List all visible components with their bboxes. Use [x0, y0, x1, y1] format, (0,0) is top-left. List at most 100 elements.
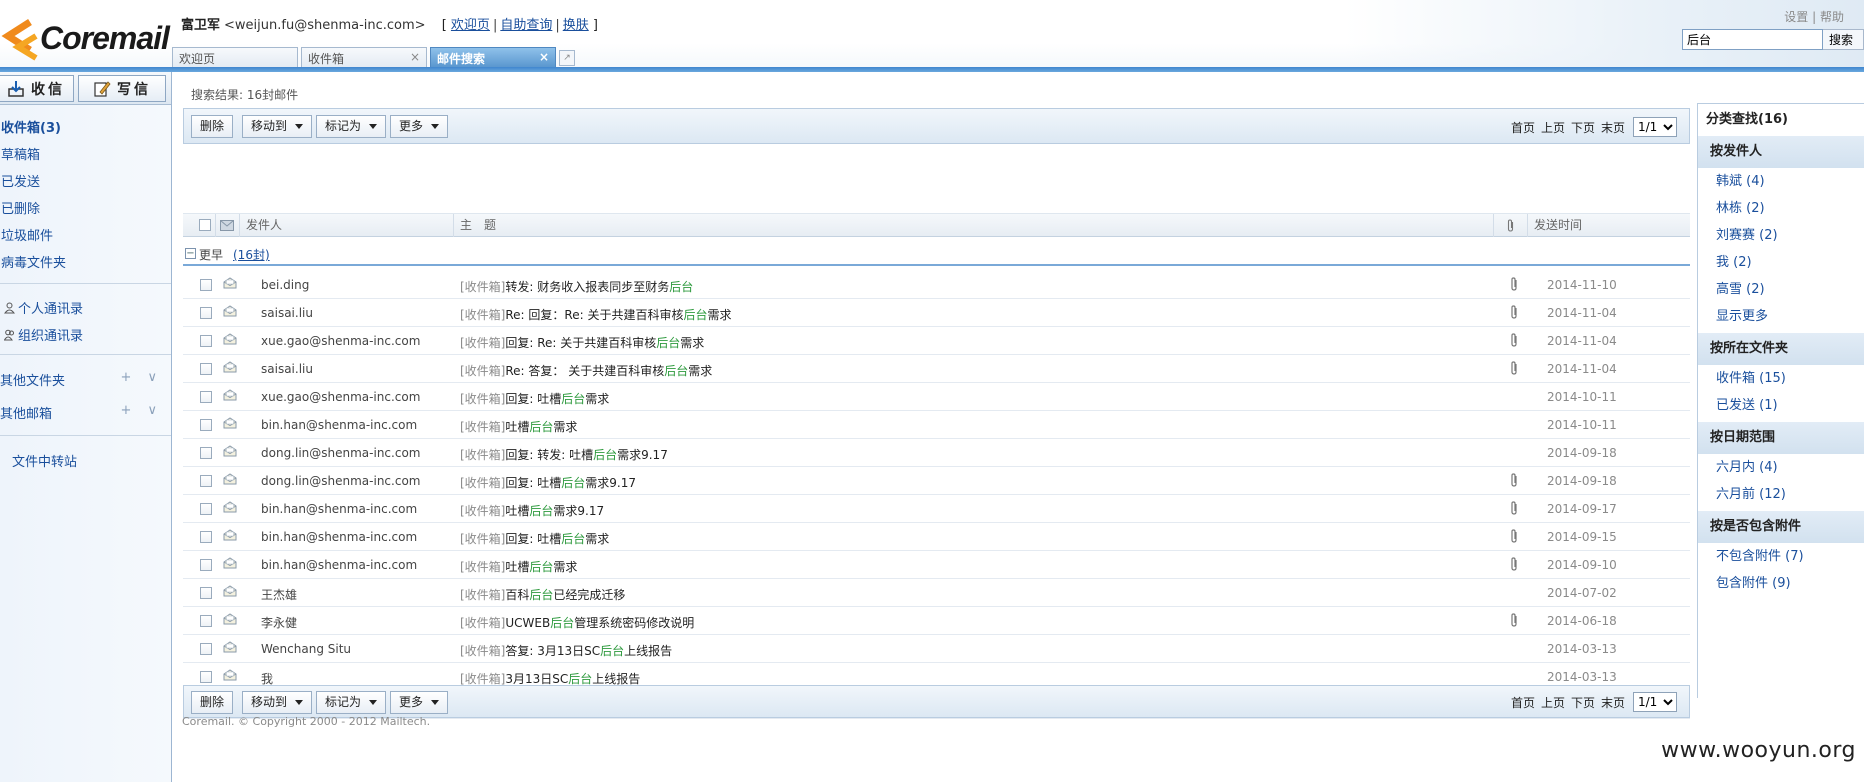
mail-subject[interactable]: [收件箱]UCWEB后台管理系统密码修改说明 — [460, 614, 694, 631]
mail-subject[interactable]: [收件箱]答复: 3月13日SC后台上线报告 — [460, 642, 672, 659]
mail-from[interactable]: bin.han@shenma-inc.com — [261, 418, 417, 432]
minus-icon[interactable]: − — [185, 248, 196, 259]
row-checkbox[interactable] — [200, 475, 212, 487]
mail-from[interactable]: xue.gao@shenma-inc.com — [261, 334, 420, 348]
logo[interactable]: Coremail — [0, 14, 170, 62]
mail-subject[interactable]: [收件箱]吐槽后台需求9.17 — [460, 502, 604, 519]
folder-virus[interactable]: 病毒文件夹 — [0, 250, 171, 277]
attachment-column[interactable] — [1494, 214, 1528, 237]
help-link[interactable]: 帮助 — [1820, 10, 1844, 24]
tab-inbox[interactable]: 收件箱 × — [301, 47, 427, 67]
tab-welcome[interactable]: 欢迎页 — [172, 47, 298, 67]
mail-subject[interactable]: [收件箱]回复: 吐槽后台需求9.17 — [460, 474, 636, 491]
next-page-link[interactable]: 下页 — [1571, 119, 1595, 136]
file-transfer-station[interactable]: 文件中转站 — [12, 451, 183, 470]
select-all-checkbox[interactable] — [199, 219, 211, 231]
mail-from[interactable]: dong.lin@shenma-inc.com — [261, 474, 420, 488]
row-checkbox[interactable] — [200, 587, 212, 599]
page-select[interactable]: 1/1 — [1633, 692, 1677, 712]
category-item[interactable]: 六月内 (4) — [1698, 454, 1864, 481]
table-row[interactable]: xue.gao@shenma-inc.com [收件箱]回复: 吐槽后台需求 201… — [183, 383, 1690, 411]
table-row[interactable]: bin.han@shenma-inc.com [收件箱]回复: 吐槽后台需求 201… — [183, 523, 1690, 551]
personal-contacts[interactable]: 个人通讯录 — [4, 298, 83, 317]
table-row[interactable]: bei.ding [收件箱]转发: 财务收入报表同步至财务后台 2014-11-10 — [183, 271, 1690, 299]
close-icon[interactable]: × — [539, 50, 549, 64]
mail-from[interactable]: bin.han@shenma-inc.com — [261, 530, 417, 544]
row-checkbox[interactable] — [200, 307, 212, 319]
mail-subject[interactable]: [收件箱]百科后台已经完成迁移 — [460, 586, 625, 603]
mail-subject[interactable]: [收件箱]回复: 吐槽后台需求 — [460, 390, 609, 407]
mail-from[interactable]: saisai.liu — [261, 306, 313, 320]
mail-subject[interactable]: [收件箱]回复: 吐槽后台需求 — [460, 530, 609, 547]
mail-from[interactable]: bin.han@shenma-inc.com — [261, 558, 417, 572]
category-item[interactable]: 林栋 (2) — [1698, 195, 1864, 222]
search-input[interactable] — [1682, 29, 1823, 50]
category-item[interactable]: 我 (2) — [1698, 249, 1864, 276]
mark-as-button[interactable]: 标记为 — [316, 115, 387, 138]
write-button[interactable]: 写信 — [78, 75, 166, 102]
more-button[interactable]: 更多 — [390, 691, 449, 714]
close-icon[interactable]: × — [410, 50, 420, 64]
from-column[interactable]: 发件人 — [240, 214, 454, 237]
sent-time-column[interactable]: 发送时间 — [1528, 214, 1690, 237]
last-page-link[interactable]: 末页 — [1601, 119, 1625, 136]
mail-from[interactable]: 李永健 — [261, 614, 297, 631]
mail-from[interactable]: Wenchang Situ — [261, 642, 351, 656]
change-skin-link[interactable]: 换肤 — [563, 18, 589, 33]
welcome-link[interactable]: 欢迎页 — [451, 18, 490, 33]
row-checkbox[interactable] — [200, 503, 212, 515]
delete-button[interactable]: 删除 — [191, 115, 234, 138]
row-checkbox[interactable] — [200, 363, 212, 375]
folder-deleted[interactable]: 已删除 — [0, 196, 171, 223]
tab-mail-search[interactable]: 邮件搜索 × — [430, 47, 556, 67]
page-select[interactable]: 1/1 — [1633, 117, 1677, 137]
mail-subject[interactable]: [收件箱]Re: 回复：Re: 关于共建百科审核后台需求 — [460, 306, 732, 323]
read-status-column[interactable] — [216, 214, 240, 237]
org-contacts[interactable]: 组织通讯录 — [4, 325, 83, 344]
row-checkbox[interactable] — [200, 391, 212, 403]
table-row[interactable]: dong.lin@shenma-inc.com [收件箱]回复: 吐槽后台需求9.… — [183, 467, 1690, 495]
folder-sent[interactable]: 已发送 — [0, 169, 171, 196]
mail-from[interactable]: xue.gao@shenma-inc.com — [261, 390, 420, 404]
row-checkbox[interactable] — [200, 447, 212, 459]
row-checkbox[interactable] — [200, 335, 212, 347]
new-window-icon[interactable]: ↗ — [559, 50, 575, 66]
delete-button[interactable]: 删除 — [191, 691, 234, 714]
prev-page-link[interactable]: 上页 — [1541, 694, 1565, 711]
row-checkbox[interactable] — [200, 615, 212, 627]
folder-drafts[interactable]: 草稿箱 — [0, 142, 171, 169]
row-checkbox[interactable] — [200, 531, 212, 543]
table-row[interactable]: saisai.liu [收件箱]Re: 回复：Re: 关于共建百科审核后台需求 20… — [183, 299, 1690, 327]
other-mailboxes-ops[interactable]: + ∨ — [120, 403, 163, 418]
folder-inbox[interactable]: 收件箱(3) — [0, 115, 171, 142]
category-item[interactable]: 已发送 (1) — [1698, 392, 1864, 419]
move-to-button[interactable]: 移动到 — [242, 691, 313, 714]
row-checkbox[interactable] — [200, 559, 212, 571]
row-checkbox[interactable] — [200, 279, 212, 291]
category-item[interactable]: 刘赛赛 (2) — [1698, 222, 1864, 249]
search-button[interactable]: 搜索 — [1823, 29, 1864, 50]
other-folders[interactable]: 其他文件夹 + ∨ — [0, 370, 171, 389]
self-service-link[interactable]: 自助查询 — [500, 18, 552, 33]
first-page-link[interactable]: 首页 — [1511, 119, 1535, 136]
first-page-link[interactable]: 首页 — [1511, 694, 1535, 711]
table-row[interactable]: Wenchang Situ [收件箱]答复: 3月13日SC后台上线报告 2014-… — [183, 635, 1690, 663]
mail-subject[interactable]: [收件箱]回复: 转发: 吐槽后台需求9.17 — [460, 446, 668, 463]
last-page-link[interactable]: 末页 — [1601, 694, 1625, 711]
mail-from[interactable]: bin.han@shenma-inc.com — [261, 502, 417, 516]
category-item[interactable]: 显示更多 — [1698, 303, 1864, 330]
table-row[interactable]: bin.han@shenma-inc.com [收件箱]吐槽后台需求 2014-09… — [183, 551, 1690, 579]
category-item[interactable]: 包含附件 (9) — [1698, 570, 1864, 597]
prev-page-link[interactable]: 上页 — [1541, 119, 1565, 136]
more-button[interactable]: 更多 — [390, 115, 449, 138]
table-row[interactable]: bin.han@shenma-inc.com [收件箱]吐槽后台需求 2014-10… — [183, 411, 1690, 439]
row-checkbox[interactable] — [200, 419, 212, 431]
folder-spam[interactable]: 垃圾邮件 — [0, 223, 171, 250]
other-folders-ops[interactable]: + ∨ — [120, 370, 163, 385]
mail-subject[interactable]: [收件箱]Re: 答复： 关于共建百科审核后台需求 — [460, 362, 712, 379]
group-count-link[interactable]: (16封) — [233, 246, 270, 263]
mail-subject[interactable]: [收件箱]回复: Re: 关于共建百科审核后台需求 — [460, 334, 704, 351]
row-checkbox[interactable] — [200, 671, 212, 683]
mail-subject[interactable]: [收件箱]吐槽后台需求 — [460, 418, 577, 435]
move-to-button[interactable]: 移动到 — [242, 115, 313, 138]
